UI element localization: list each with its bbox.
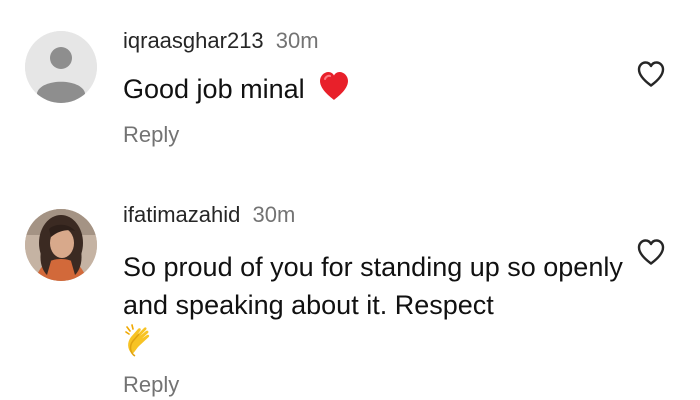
reply-button[interactable]: Reply xyxy=(123,122,179,148)
comment-body: So proud of you for standing up so openl… xyxy=(123,248,623,368)
username-link[interactable]: ifatimazahid xyxy=(123,202,240,227)
comment-text: So proud of you for standing up so openl… xyxy=(123,252,623,320)
username-link[interactable]: iqraasghar213 xyxy=(123,28,264,53)
comment-timestamp: 30m xyxy=(252,202,296,227)
comment-item: ifatimazahid 30m So proud of you for sta… xyxy=(0,190,700,400)
comment-header: iqraasghar213 30m xyxy=(123,28,319,54)
comment-timestamp: 30m xyxy=(275,28,319,53)
comment-item: iqraasghar213 30m Good job minal Reply xyxy=(0,0,700,190)
reply-button[interactable]: Reply xyxy=(123,372,179,398)
user-photo-avatar-icon xyxy=(25,209,97,281)
avatar[interactable] xyxy=(25,209,97,281)
heart-outline-icon[interactable] xyxy=(636,238,666,266)
comment-body: Good job minal xyxy=(123,70,623,111)
default-user-avatar-icon xyxy=(25,31,97,103)
avatar[interactable] xyxy=(25,31,97,103)
comment-header: ifatimazahid 30m xyxy=(123,202,295,228)
red-heart-icon xyxy=(318,71,350,111)
clapping-hands-icon xyxy=(123,324,157,368)
heart-outline-icon[interactable] xyxy=(636,60,666,88)
comment-text: Good job minal xyxy=(123,74,305,104)
